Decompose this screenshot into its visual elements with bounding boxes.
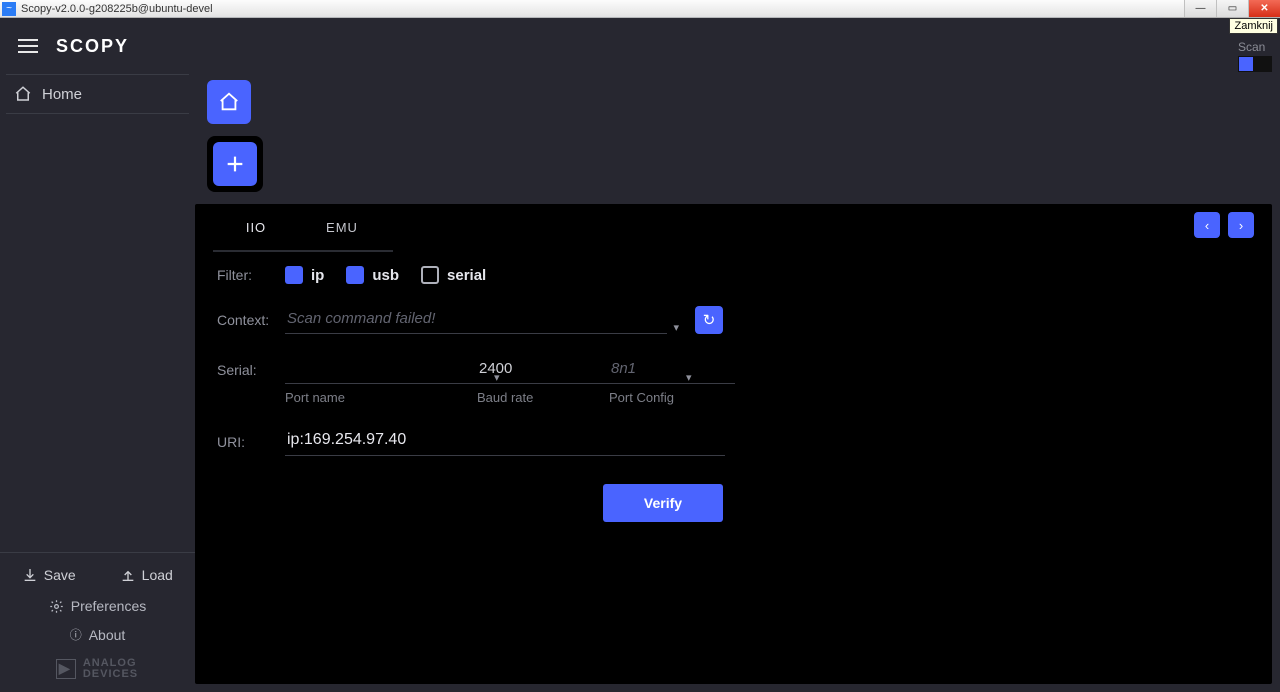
chevron-left-icon: ‹ — [1205, 218, 1209, 233]
content-area: IIO EMU ‹ › Filter: — [195, 74, 1280, 692]
uri-label: URI: — [217, 434, 285, 450]
checkbox-label: usb — [372, 267, 399, 284]
preferences-button[interactable]: Preferences — [0, 595, 195, 617]
tab-label: EMU — [326, 220, 358, 235]
vendor-line2: DEVICES — [83, 669, 138, 680]
context-label: Context: — [217, 312, 285, 328]
scan-toggle[interactable] — [1238, 56, 1272, 72]
checkbox-icon — [421, 266, 439, 284]
tab-emu[interactable]: EMU — [299, 204, 385, 252]
tab-label: IIO — [246, 220, 266, 235]
load-icon — [120, 567, 136, 583]
close-tooltip: Zamknij — [1229, 18, 1278, 34]
save-label: Save — [44, 567, 76, 583]
verify-button[interactable]: Verify — [603, 484, 723, 522]
divider — [6, 113, 189, 114]
context-select[interactable] — [285, 306, 667, 334]
sidebar-item-home[interactable]: Home — [0, 75, 195, 113]
scan-toggle-group: Scan — [1238, 40, 1272, 72]
load-label: Load — [142, 567, 173, 583]
app-icon: ~ — [2, 2, 16, 16]
checkbox-label: ip — [311, 267, 324, 284]
hamburger-icon — [18, 45, 38, 47]
add-device-button[interactable] — [213, 142, 257, 186]
checkbox-icon — [285, 266, 303, 284]
hamburger-menu-button[interactable] — [0, 18, 56, 74]
preferences-label: Preferences — [71, 598, 146, 614]
uri-input[interactable] — [285, 427, 725, 456]
sidebar-item-label: Home — [42, 86, 82, 103]
app-header: SCOPY Scan — [0, 18, 1280, 74]
gear-icon — [49, 599, 64, 614]
window-title: Scopy-v2.0.0-g208225b@ubuntu-devel — [21, 3, 213, 15]
vendor-logo: ANALOG DEVICES — [0, 652, 195, 684]
toggle-knob — [1239, 57, 1253, 71]
port-name-sublabel: Port name — [285, 390, 471, 405]
home-tile-button[interactable] — [207, 80, 251, 124]
save-icon — [22, 567, 38, 583]
connection-panel: IIO EMU ‹ › Filter: — [195, 204, 1272, 684]
next-button[interactable]: › — [1228, 212, 1254, 238]
about-button[interactable]: ⓘ About — [0, 623, 195, 646]
chevron-down-icon: ▾ — [667, 321, 685, 334]
refresh-icon: ↻ — [703, 311, 716, 329]
info-icon: ⓘ — [70, 626, 82, 643]
about-label: About — [89, 627, 126, 643]
verify-label: Verify — [644, 495, 682, 511]
minimize-button[interactable]: — — [1184, 0, 1216, 17]
save-button[interactable]: Save — [0, 561, 98, 589]
adi-triangle-icon — [57, 660, 75, 678]
app-logo: SCOPY — [56, 36, 129, 57]
serial-label: Serial: — [217, 356, 285, 378]
plus-icon — [224, 153, 246, 175]
baud-rate-sublabel: Baud rate — [477, 390, 603, 405]
scan-label: Scan — [1238, 40, 1272, 54]
port-config-sublabel: Port Config — [609, 390, 735, 405]
serial-port-select[interactable] — [285, 356, 488, 384]
home-icon — [14, 85, 32, 103]
maximize-button[interactable]: ▭ — [1216, 0, 1248, 17]
load-button[interactable]: Load — [98, 561, 196, 589]
filter-checkbox-usb[interactable]: usb — [346, 266, 399, 284]
window-titlebar: ~ Scopy-v2.0.0-g208225b@ubuntu-devel — ▭… — [0, 0, 1280, 18]
add-device-wrap — [207, 136, 263, 192]
tab-underline — [213, 250, 393, 252]
port-config-input[interactable] — [609, 356, 735, 384]
close-button[interactable]: ✕ — [1248, 0, 1280, 17]
filter-checkbox-serial[interactable]: serial — [421, 266, 486, 284]
chevron-right-icon: › — [1239, 218, 1243, 233]
home-icon — [218, 91, 240, 113]
checkbox-icon — [346, 266, 364, 284]
filter-checkbox-ip[interactable]: ip — [285, 266, 324, 284]
prev-button[interactable]: ‹ — [1194, 212, 1220, 238]
refresh-context-button[interactable]: ↻ — [695, 306, 723, 334]
sidebar: Home Save Load Preferences — [0, 74, 195, 692]
filter-label: Filter: — [217, 267, 285, 283]
tab-iio[interactable]: IIO — [213, 204, 299, 252]
checkbox-label: serial — [447, 267, 486, 284]
